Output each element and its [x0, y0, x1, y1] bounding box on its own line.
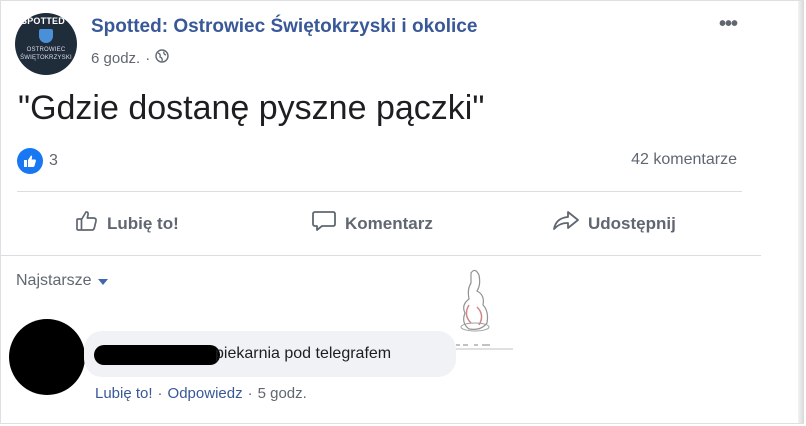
like-button-label: Lubię to! [107, 213, 179, 233]
reactions-summary[interactable]: 3 [17, 148, 58, 174]
reactions-count: 3 [49, 152, 58, 169]
share-arrow-icon [552, 209, 580, 238]
thumbs-up-icon [75, 209, 99, 238]
divider [1, 255, 761, 256]
like-icon [17, 148, 43, 174]
comment-bubble-icon [311, 209, 337, 238]
chevron-down-icon [97, 279, 108, 285]
comment-actions: Lubię to! · Odpowiedz · 5 godz. [95, 385, 307, 402]
post-meta: 6 godz. · [91, 49, 169, 67]
post-card: SPOTTED OSTROWIEC ŚWIĘTOKRZYSKI Spotted:… [0, 0, 804, 424]
page-avatar[interactable]: SPOTTED OSTROWIEC ŚWIĘTOKRZYSKI [15, 13, 77, 75]
comment-separator: · [247, 385, 253, 402]
commenter-avatar[interactable] [9, 319, 85, 395]
globe-icon [155, 49, 169, 67]
page-name-link[interactable]: Spotted: Ostrowiec Świętokrzyski i okoli… [91, 16, 477, 38]
comment-button[interactable]: Komentarz [311, 209, 433, 238]
comment-button-label: Komentarz [345, 213, 433, 233]
more-options-icon[interactable]: ••• [719, 13, 738, 36]
comment-text: piekarnia pod telegrafem [215, 345, 392, 362]
comment-time[interactable]: 5 godz. [258, 385, 307, 402]
commenter-name-redacted[interactable] [94, 345, 220, 365]
sort-label: Najstarsze [16, 272, 92, 289]
comments-count-link[interactable]: 42 komentarze [631, 151, 737, 169]
like-button[interactable]: Lubię to! [75, 209, 179, 238]
meta-separator: · [145, 49, 151, 67]
avatar-text-mid: OSTROWIEC ŚWIĘTOKRZYSKI [20, 47, 72, 61]
comment-sort-dropdown[interactable]: Najstarsze [16, 272, 108, 290]
comment-reply-link[interactable]: Odpowiedz [168, 385, 243, 402]
comment-like-link[interactable]: Lubię to! [95, 385, 153, 402]
share-button[interactable]: Udostępnij [552, 209, 676, 238]
comment-separator: · [157, 385, 163, 402]
share-button-label: Udostępnij [588, 213, 676, 233]
post-text: "Gdzie dostanę pyszne pączki" [18, 89, 485, 127]
avatar-text-top: SPOTTED [21, 16, 65, 26]
avatar-emblem [39, 29, 53, 43]
divider [17, 191, 742, 192]
post-time[interactable]: 6 godz. [91, 50, 140, 67]
